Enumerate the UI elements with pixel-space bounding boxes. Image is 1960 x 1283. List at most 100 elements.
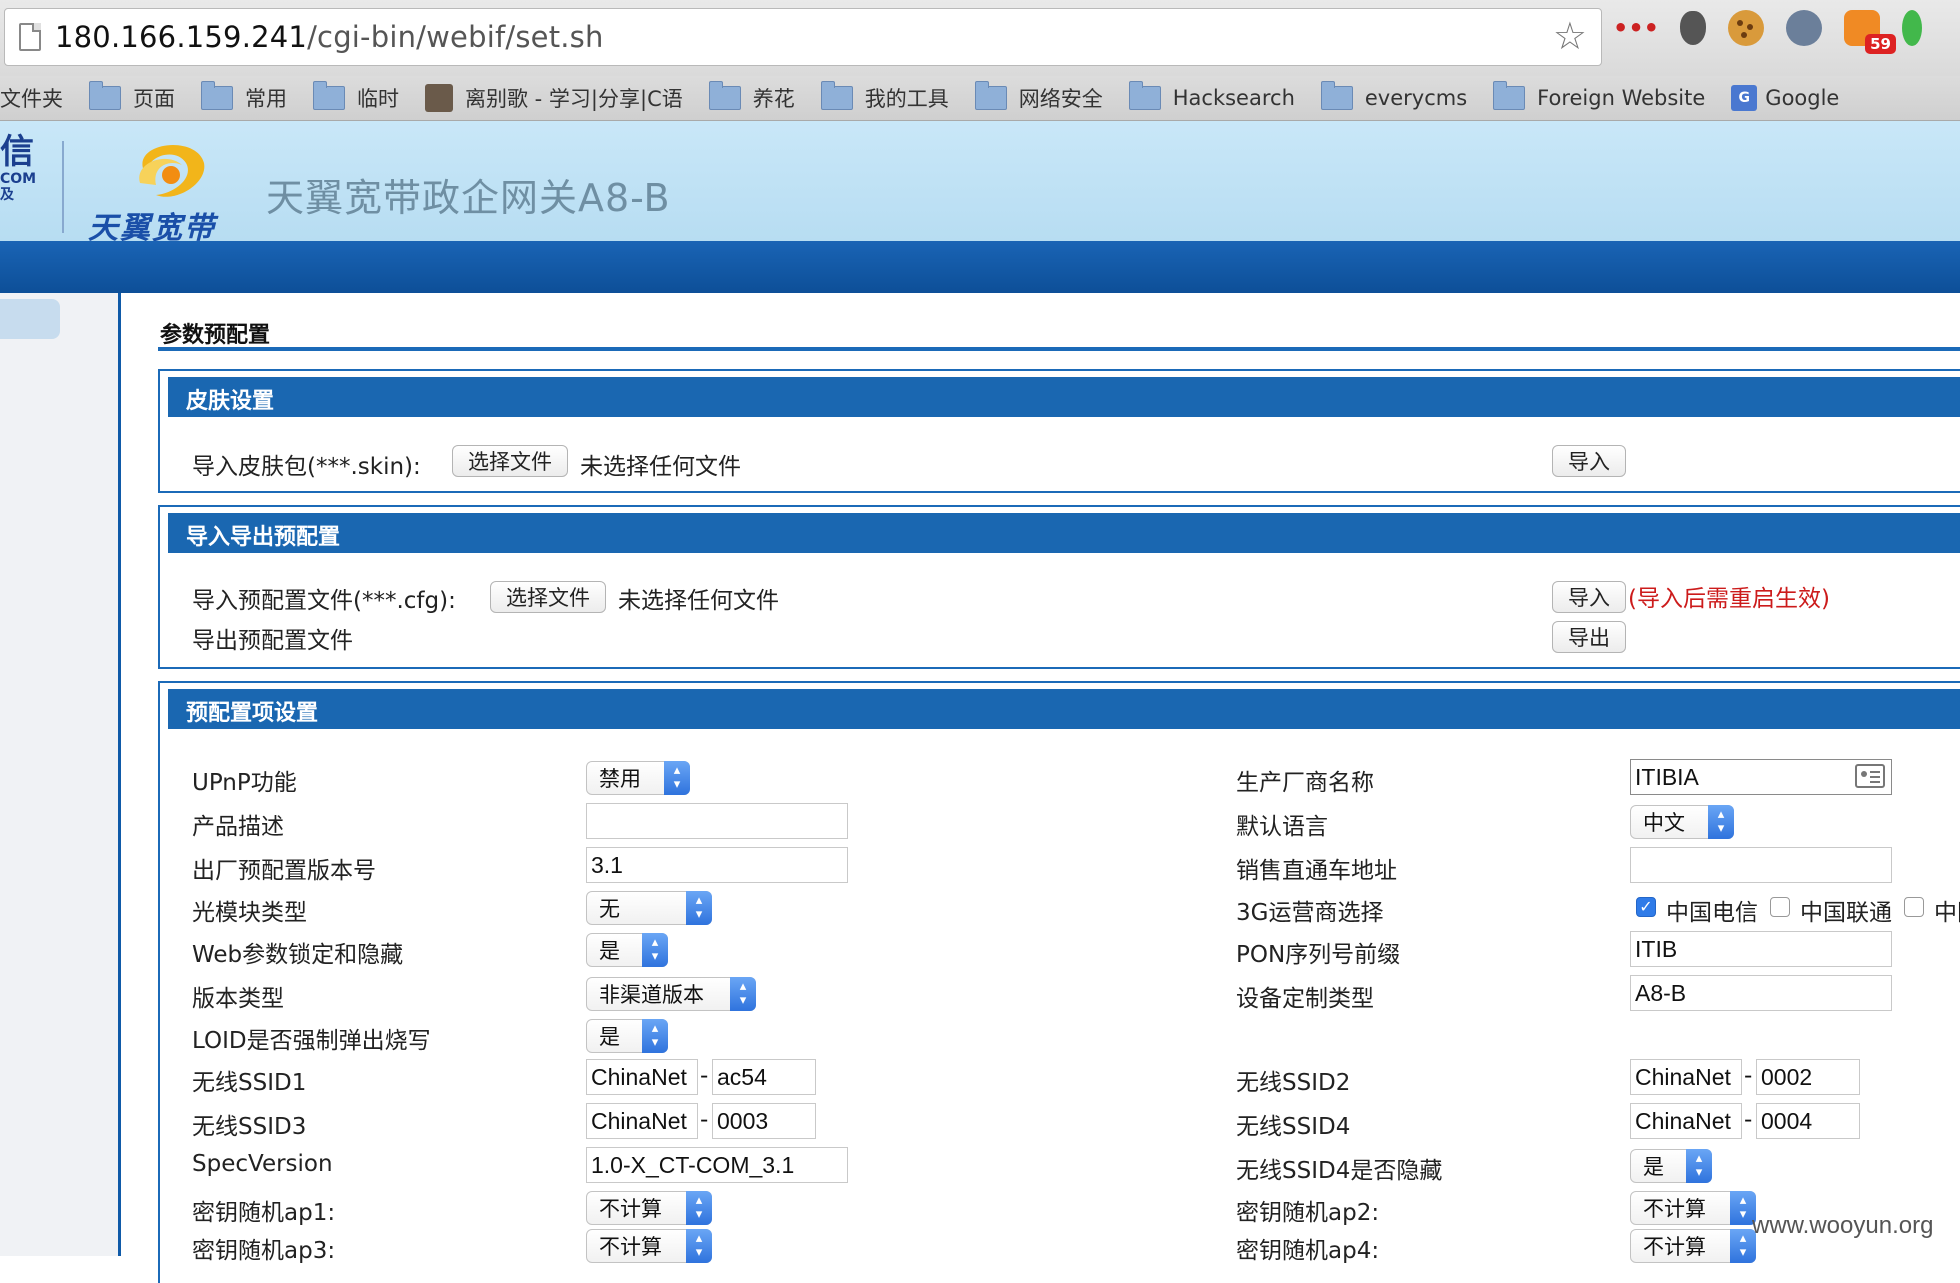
bookmark-label: 我的工具 [864, 87, 949, 111]
factory-version-label: 出厂预配置版本号 [192, 858, 376, 884]
select-value: 是 [599, 1025, 620, 1049]
mouse-extension-icon[interactable] [1680, 11, 1706, 45]
select-arrow-icon: ▴ ▾ [730, 977, 756, 1011]
ssid4-prefix-input[interactable]: ChinaNet [1630, 1103, 1742, 1139]
bookmark-item[interactable]: 养花 [708, 81, 795, 113]
cfg-export-label: 导出预配置文件 [192, 628, 353, 654]
carrier-3g-label: 3G运营商选择 [1236, 900, 1384, 926]
carrier-option-label: 中国 [1934, 900, 1960, 926]
ssid4-suffix-input[interactable]: 0004 [1756, 1103, 1860, 1139]
key-ap4-select[interactable]: 不计算 ▴ ▾ [1630, 1229, 1756, 1263]
ssid2-label: 无线SSID2 [1236, 1070, 1351, 1096]
default-lang-select[interactable]: 中文 ▴ ▾ [1630, 805, 1734, 839]
ssid3-suffix-input[interactable]: 0003 [712, 1103, 816, 1139]
pon-prefix-input[interactable]: ITIB [1630, 931, 1892, 967]
select-arrow-icon: ▴ ▾ [664, 761, 690, 795]
carrier-option-label: 中国电信 [1666, 900, 1758, 926]
key-ap1-select[interactable]: 不计算 ▴ ▾ [586, 1191, 712, 1225]
bookmark-item[interactable]: Hacksearch [1128, 81, 1295, 110]
key-ap2-select[interactable]: 不计算 ▴ ▾ [1630, 1191, 1756, 1225]
select-value: 是 [599, 939, 620, 963]
left-sidebar [0, 293, 121, 1256]
ssid4-dash: - [1744, 1107, 1753, 1133]
carrier-telecom-checkbox[interactable]: ✓ [1636, 897, 1656, 917]
bookmark-item[interactable]: 离别歌 - 学习|分享|C语 [425, 83, 683, 113]
cfg-export-button[interactable]: 导出 [1552, 621, 1626, 653]
bookmark-item[interactable]: everycms [1320, 81, 1467, 110]
bookmark-label: Foreign Website [1537, 86, 1706, 110]
key-ap3-select[interactable]: 不计算 ▴ ▾ [586, 1229, 712, 1263]
google-translate-icon: G [1731, 85, 1758, 111]
select-arrow-icon: ▴ ▾ [1686, 1149, 1712, 1183]
select-value: 不计算 [1643, 1197, 1706, 1221]
bookmark-label: 常用 [245, 87, 287, 111]
web-lock-label: Web参数锁定和隐藏 [192, 942, 404, 968]
bookmark-item[interactable]: 临时 [313, 81, 399, 113]
factory-version-input[interactable]: 3.1 [586, 847, 848, 883]
green-extension-icon[interactable] [1902, 10, 1922, 46]
url-text[interactable]: 180.166.159.241/cgi-bin/webif/set.sh [55, 20, 604, 54]
skin-import-button[interactable]: 导入 [1552, 445, 1626, 477]
cookie-extension-icon[interactable] [1728, 10, 1764, 46]
loid-popup-select[interactable]: 是 ▴ ▾ [586, 1019, 668, 1053]
device-type-input[interactable]: A8-B [1630, 975, 1892, 1011]
contact-card-icon[interactable] [1855, 764, 1885, 788]
ssid1-prefix-input[interactable]: ChinaNet [586, 1059, 698, 1095]
bookmark-star-icon[interactable]: ☆ [1553, 17, 1587, 55]
cfg-import-label: 导入预配置文件(***.cfg): [192, 588, 456, 614]
address-bar[interactable]: 180.166.159.241/cgi-bin/webif/set.sh ☆ [4, 8, 1602, 66]
import-export-section: 导入导出预配置 导入预配置文件(***.cfg): 选择文件 未选择任何文件 导… [158, 505, 1960, 669]
product-desc-input[interactable] [586, 803, 848, 839]
cfg-import-button[interactable]: 导入 [1552, 581, 1626, 613]
section-header: 预配置项设置 [168, 689, 1960, 729]
ssid1-suffix-input[interactable]: ac54 [712, 1059, 816, 1095]
skin-choose-file-button[interactable]: 选择文件 [452, 445, 568, 477]
bookmark-item[interactable]: 网络安全 [974, 81, 1103, 113]
optical-type-select[interactable]: 无 ▴ ▾ [586, 891, 712, 925]
ssid3-dash: - [700, 1107, 709, 1133]
select-arrow-icon: ▴ ▾ [1708, 805, 1734, 839]
carrier-unicom-checkbox[interactable] [1770, 897, 1790, 917]
key-ap4-label: 密钥随机ap4: [1236, 1238, 1380, 1264]
extension-icons: ••• 59 [1613, 10, 1922, 54]
select-value: 是 [1643, 1155, 1664, 1179]
rss-extension-icon[interactable]: 59 [1844, 10, 1896, 54]
version-type-select[interactable]: 非渠道版本 ▴ ▾ [586, 977, 756, 1011]
skin-section: 皮肤设置 导入皮肤包(***.skin): 选择文件 未选择任何文件 导入 [158, 369, 1960, 493]
manufacturer-input[interactable]: ITIBIA [1630, 759, 1892, 795]
cfg-choose-file-button[interactable]: 选择文件 [490, 581, 606, 613]
section-header: 导入导出预配置 [168, 513, 1960, 553]
gear-extension-icon[interactable] [1786, 10, 1822, 46]
upnp-select[interactable]: 禁用 ▴ ▾ [586, 761, 690, 795]
select-value: 中文 [1643, 811, 1685, 835]
bookmark-item[interactable]: 我的工具 [820, 81, 949, 113]
spec-version-input[interactable]: 1.0-X_CT-COM_3.1 [586, 1147, 848, 1183]
page-icon [19, 23, 41, 51]
select-arrow-icon: ▴ ▾ [686, 1229, 712, 1263]
bookmark-item[interactable]: 页面 [89, 81, 175, 113]
dots-extension-icon[interactable]: ••• [1613, 10, 1659, 46]
bookmark-item[interactable]: 常用 [201, 81, 287, 113]
section-header: 皮肤设置 [168, 377, 1960, 417]
carrier-mobile-checkbox[interactable] [1904, 897, 1924, 917]
bookmark-item[interactable]: G Google [1731, 85, 1839, 111]
ssid3-prefix-input[interactable]: ChinaNet [586, 1103, 698, 1139]
select-arrow-icon: ▴ ▾ [686, 1191, 712, 1225]
logo-small: COM [0, 171, 37, 187]
select-arrow-icon: ▴ ▾ [642, 1019, 668, 1053]
select-arrow-icon: ▴ ▾ [642, 933, 668, 967]
ssid2-prefix-input[interactable]: ChinaNet [1630, 1059, 1742, 1095]
bookmark-item[interactable]: 文件夹 [0, 83, 63, 113]
sidebar-tab[interactable] [0, 299, 60, 339]
ssid2-suffix-input[interactable]: 0002 [1756, 1059, 1860, 1095]
select-value: 禁用 [599, 767, 641, 791]
preset-section: 预配置项设置 UPnP功能 禁用 ▴ ▾ 产品描述 出厂预配置版本号 3.1 光模块… [158, 681, 1960, 1283]
bookmark-item[interactable]: Foreign Website [1493, 81, 1706, 110]
rss-badge: 59 [1865, 34, 1896, 54]
select-value: 非渠道版本 [599, 983, 704, 1007]
web-lock-select[interactable]: 是 ▴ ▾ [586, 933, 668, 967]
ssid4-hidden-select[interactable]: 是 ▴ ▾ [1630, 1149, 1712, 1183]
sales-addr-input[interactable] [1630, 847, 1892, 883]
page-title: 参数预配置 [160, 323, 271, 348]
router-title: 天翼宽带政企网关A8-B [266, 176, 671, 220]
